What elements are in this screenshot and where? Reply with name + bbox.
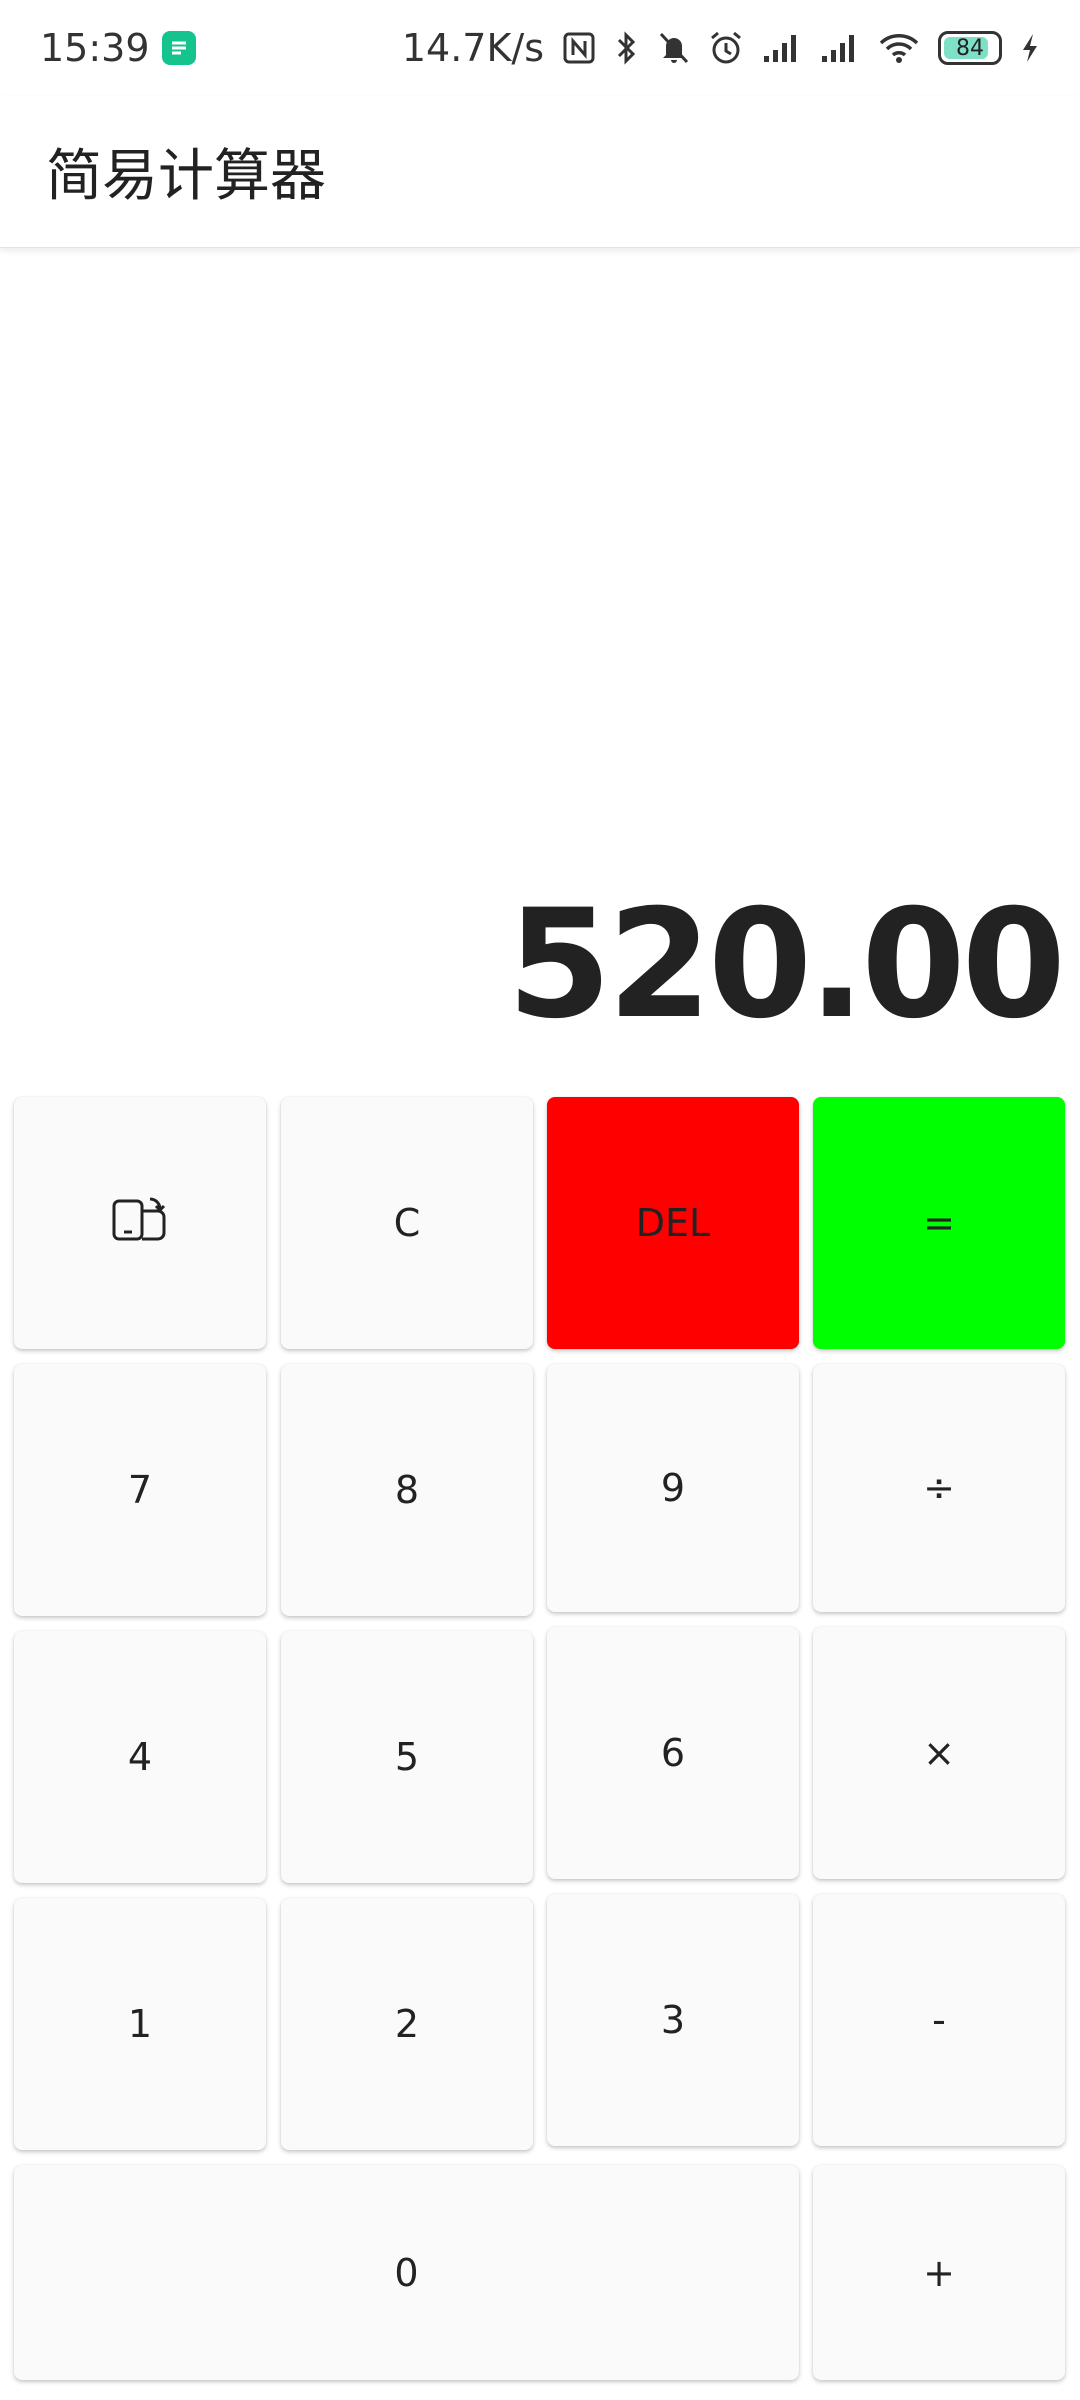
clear-button[interactable]: C [281,1097,533,1349]
digit-label: 8 [394,1468,420,1512]
digit-label: 7 [127,1468,153,1512]
digit-7-button[interactable]: 7 [14,1364,266,1616]
digit-label: 6 [660,1731,686,1775]
digit-8-button[interactable]: 8 [281,1364,533,1616]
digit-0-button[interactable]: 0 [14,2165,799,2380]
clear-label: C [393,1201,421,1245]
operator-label: ÷ [923,1466,955,1510]
digit-label: 9 [660,1466,686,1510]
bluetooth-icon [614,30,640,66]
signal-icon [762,32,802,64]
digit-3-button[interactable]: 3 [547,1894,799,2146]
digit-label: 2 [394,2002,420,2046]
digit-label: 5 [394,1735,420,1779]
digit-label: 4 [127,1735,153,1779]
multiply-button[interactable]: × [813,1627,1065,1879]
app-title: 简易计算器 [46,144,326,209]
digit-1-button[interactable]: 1 [14,1898,266,2150]
digit-9-button[interactable]: 9 [547,1364,799,1612]
operator-label: × [923,1731,955,1775]
plus-button[interactable]: + [813,2165,1065,2380]
digit-5-button[interactable]: 5 [281,1631,533,1883]
rotate-screen-button[interactable] [14,1097,266,1349]
divide-button[interactable]: ÷ [813,1364,1065,1612]
minus-button[interactable]: - [813,1894,1065,2146]
digit-label: 0 [394,2250,419,2295]
mute-icon [658,31,690,65]
network-speed: 14.7K/s [401,26,544,70]
delete-label: DEL [635,1201,711,1245]
status-left: 15:39 [40,26,196,70]
rotate-screen-icon [112,1197,168,1250]
digit-label: 3 [660,1998,686,2042]
display-value: 520.00 [507,878,1066,1052]
equals-label: = [923,1201,955,1245]
equals-button[interactable]: = [813,1097,1065,1349]
operator-label: - [932,1998,946,2042]
charging-icon [1020,32,1040,64]
digit-4-button[interactable]: 4 [14,1631,266,1883]
operator-label: + [923,2250,955,2295]
app-bar: 简易计算器 [0,96,1080,248]
wifi-icon [878,32,920,64]
keypad: C DEL = 7 8 9 ÷ 4 5 6 × 1 2 3 - 0 + [14,1097,1066,2387]
delete-button[interactable]: DEL [547,1097,799,1349]
alarm-icon [708,30,744,66]
digit-label: 1 [127,2002,153,2046]
app-notification-icon [161,31,196,65]
battery-icon: 84 [938,31,1002,65]
signal-icon [820,32,860,64]
battery-level: 84 [956,35,984,61]
digit-2-button[interactable]: 2 [281,1898,533,2150]
display: 520.00 [0,878,1080,1052]
nfc-icon [562,31,596,65]
digit-6-button[interactable]: 6 [547,1627,799,1879]
status-right: 14.7K/s 84 [402,26,1040,70]
status-bar: 15:39 14.7K/s 84 [0,0,1080,96]
status-time: 15:39 [40,26,150,70]
